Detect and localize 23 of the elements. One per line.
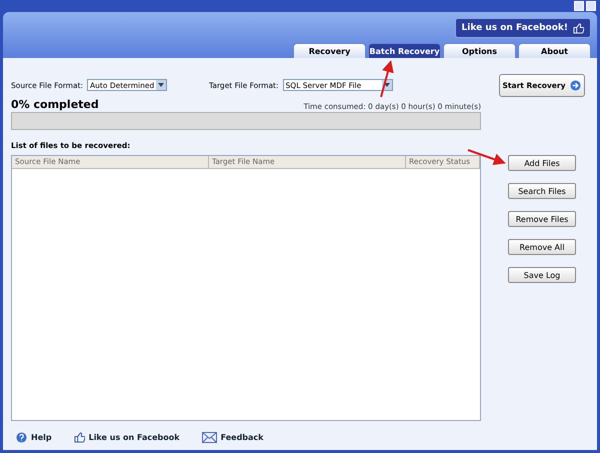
progress-label: 0% completed: [11, 98, 99, 111]
annotation-arrow: [380, 60, 394, 98]
facebook-button[interactable]: Like us on Facebook!: [454, 18, 591, 38]
tab[interactable]: About: [518, 43, 591, 58]
minimize-button[interactable]: [574, 1, 584, 11]
action-button[interactable]: Remove Files: [508, 211, 576, 227]
action-button[interactable]: Remove All: [508, 239, 576, 255]
thumbs-up-icon: [573, 22, 584, 34]
help-icon: [16, 432, 27, 442]
action-button[interactable]: Save Log: [508, 267, 576, 283]
caret-icon: [156, 80, 166, 90]
tab[interactable]: Batch Recovery: [368, 43, 441, 58]
envelope-icon: [202, 432, 217, 442]
footer-link[interactable]: Feedback: [202, 432, 264, 442]
action-button[interactable]: Add Files: [508, 155, 576, 171]
tab[interactable]: Options: [443, 43, 516, 58]
thumbs-up-icon: [74, 432, 85, 442]
footer-link[interactable]: Like us on Facebook: [74, 432, 180, 442]
arrow-right-icon: [570, 80, 582, 91]
action-button[interactable]: Search Files: [508, 183, 576, 199]
close-button[interactable]: [586, 1, 596, 11]
tab[interactable]: Recovery: [293, 43, 366, 58]
footer-link[interactable]: Help: [16, 432, 52, 442]
